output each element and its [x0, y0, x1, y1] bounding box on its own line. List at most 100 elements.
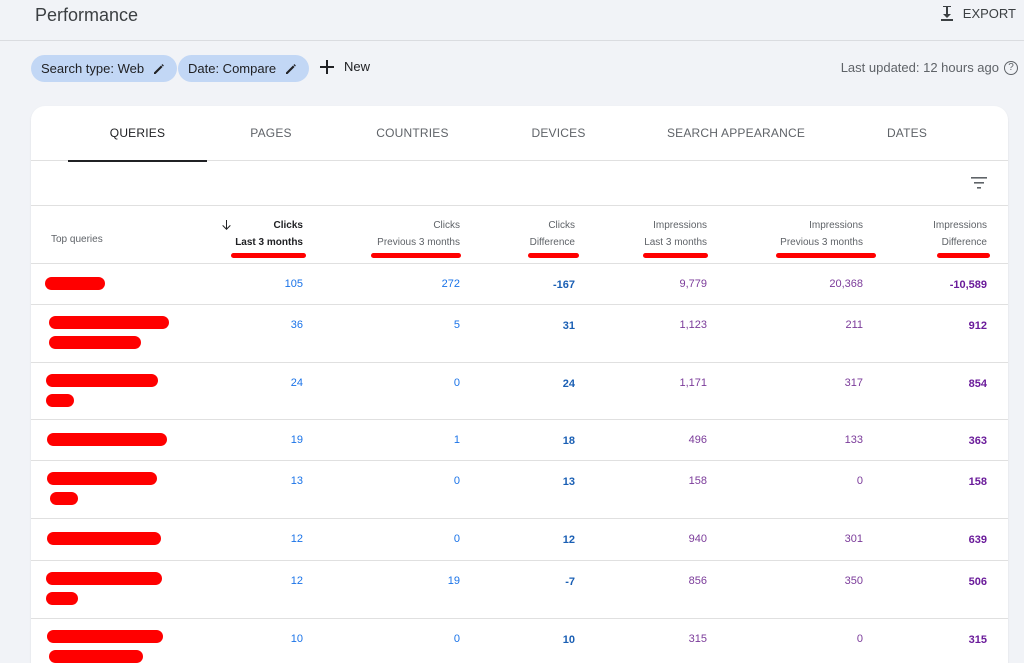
page-title: Performance [35, 5, 139, 25]
header-metric: Impressions [809, 220, 863, 231]
cell-impr-last: 158 [688, 475, 707, 487]
header-impressions-previous[interactable]: Impressions Previous 3 months [780, 217, 863, 251]
cell-clicks-last: 12 [290, 575, 303, 587]
table-row[interactable]: 13 0 13 158 0 158 [31, 461, 1008, 519]
cell-impr-last: 1,171 [679, 377, 707, 389]
table-row[interactable]: 105 272 -167 9,779 20,368 -10,589 [31, 264, 1008, 305]
dimension-tabs: QUERIES PAGES COUNTRIES DEVICES SEARCH A… [31, 106, 1008, 162]
header-metric: Impressions [933, 220, 987, 231]
annotation-underline [643, 253, 708, 258]
cell-impr-prev: 301 [844, 533, 863, 545]
cell-impr-diff: 315 [968, 634, 987, 646]
cell-clicks-prev: 5 [453, 319, 460, 331]
cell-clicks-last: 105 [284, 278, 303, 290]
cell-impr-prev: 20,368 [829, 278, 863, 290]
header-period: Previous 3 months [377, 237, 460, 248]
tab-devices[interactable]: DEVICES [511, 106, 606, 161]
chip-label: Search type: Web [41, 61, 145, 76]
cell-clicks-prev: 0 [453, 633, 460, 645]
table-row[interactable]: 19 1 18 496 133 363 [31, 420, 1008, 461]
table-row[interactable]: 12 0 12 940 301 639 [31, 519, 1008, 561]
cell-clicks-prev: 0 [453, 475, 460, 487]
table-toolbar [31, 161, 1008, 206]
cell-impr-diff: 363 [968, 435, 987, 447]
performance-table-card: QUERIES PAGES COUNTRIES DEVICES SEARCH A… [31, 106, 1008, 663]
export-button[interactable]: EXPORT [939, 5, 1016, 21]
annotation-underline [231, 253, 306, 258]
new-label: New [344, 59, 371, 74]
cell-impr-diff: 506 [968, 576, 987, 588]
tab-dates[interactable]: DATES [871, 106, 943, 161]
tab-search-appearance[interactable]: SEARCH APPEARANCE [661, 106, 811, 161]
table-row[interactable]: 36 5 31 1,123 211 912 [31, 305, 1008, 363]
cell-clicks-last: 19 [290, 434, 303, 446]
last-updated-text: Last updated: 12 hours ago [840, 60, 999, 75]
date-compare-chip[interactable]: Date: Compare [178, 55, 310, 82]
pencil-icon [154, 63, 164, 74]
filter-rows-icon[interactable] [971, 177, 987, 189]
header-impressions-difference[interactable]: Impressions Difference [933, 217, 987, 251]
cell-impr-prev: 350 [844, 575, 863, 587]
table-row[interactable]: 24 0 24 1,171 317 854 [31, 363, 1008, 420]
redacted-query [47, 433, 167, 446]
cell-clicks-last: 13 [290, 475, 303, 487]
cell-impr-last: 9,779 [679, 278, 707, 290]
cell-clicks-diff: 24 [562, 378, 575, 390]
redacted-query [46, 572, 162, 585]
redacted-query [46, 592, 78, 605]
redacted-query [50, 492, 78, 505]
tab-pages[interactable]: PAGES [231, 106, 311, 161]
header-period: Difference [529, 237, 575, 248]
header-clicks-difference[interactable]: Clicks Difference [530, 217, 575, 251]
header-top-queries[interactable]: Top queries [51, 231, 103, 248]
cell-clicks-diff: 10 [562, 634, 575, 646]
cell-impr-diff: 639 [968, 534, 987, 546]
cell-clicks-diff: -7 [565, 576, 575, 588]
table-row[interactable]: 12 19 -7 856 350 506 [31, 561, 1008, 619]
cell-clicks-prev: 0 [453, 377, 460, 389]
download-icon [940, 6, 953, 21]
header-clicks-previous[interactable]: Clicks Previous 3 months [377, 217, 460, 251]
cell-clicks-last: 10 [290, 633, 303, 645]
cell-clicks-prev: 19 [447, 575, 460, 587]
redacted-query [47, 630, 163, 643]
help-icon[interactable]: ? [1004, 60, 1018, 75]
cell-clicks-prev: 1 [453, 434, 460, 446]
cell-impr-diff: 158 [968, 476, 987, 488]
cell-impr-last: 856 [688, 575, 707, 587]
cell-clicks-prev: 0 [453, 533, 460, 545]
cell-impr-prev: 317 [844, 377, 863, 389]
tab-countries[interactable]: COUNTRIES [361, 106, 464, 161]
tab-queries[interactable]: QUERIES [68, 106, 207, 162]
table-row[interactable]: 10 0 10 315 0 315 [31, 619, 1008, 663]
cell-clicks-last: 12 [290, 533, 303, 545]
header-clicks-last[interactable]: Clicks Last 3 months [235, 217, 303, 251]
cell-impr-diff: 854 [968, 378, 987, 390]
redacted-query [49, 650, 143, 663]
cell-clicks-diff: 12 [562, 534, 575, 546]
cell-impr-last: 1,123 [679, 319, 707, 331]
cell-clicks-diff: 31 [562, 320, 575, 332]
header-period: Difference [941, 237, 987, 248]
header-period: Previous 3 months [780, 237, 863, 248]
filter-bar: Search type: Web Date: Compare New Last … [0, 55, 1024, 83]
new-filter-button[interactable]: New [320, 59, 370, 74]
redacted-query [49, 336, 141, 349]
header-impressions-last[interactable]: Impressions Last 3 months [644, 217, 707, 251]
header-metric: Impressions [653, 220, 707, 231]
annotation-underline [776, 253, 876, 258]
cell-clicks-prev: 272 [441, 278, 460, 290]
redacted-query [47, 532, 161, 545]
export-label: EXPORT [962, 5, 1016, 21]
annotation-underline [937, 253, 990, 258]
cell-clicks-last: 36 [290, 319, 303, 331]
cell-clicks-diff: -167 [552, 279, 575, 291]
annotation-underline [528, 253, 579, 258]
plus-icon [320, 59, 334, 74]
cell-clicks-diff: 18 [562, 435, 575, 447]
search-type-chip[interactable]: Search type: Web [31, 55, 178, 82]
cell-impr-diff: 912 [968, 320, 987, 332]
chip-label: Date: Compare [188, 61, 277, 76]
last-updated: Last updated: 12 hours ago ? [841, 60, 1018, 75]
header-metric: Clicks [548, 220, 575, 231]
